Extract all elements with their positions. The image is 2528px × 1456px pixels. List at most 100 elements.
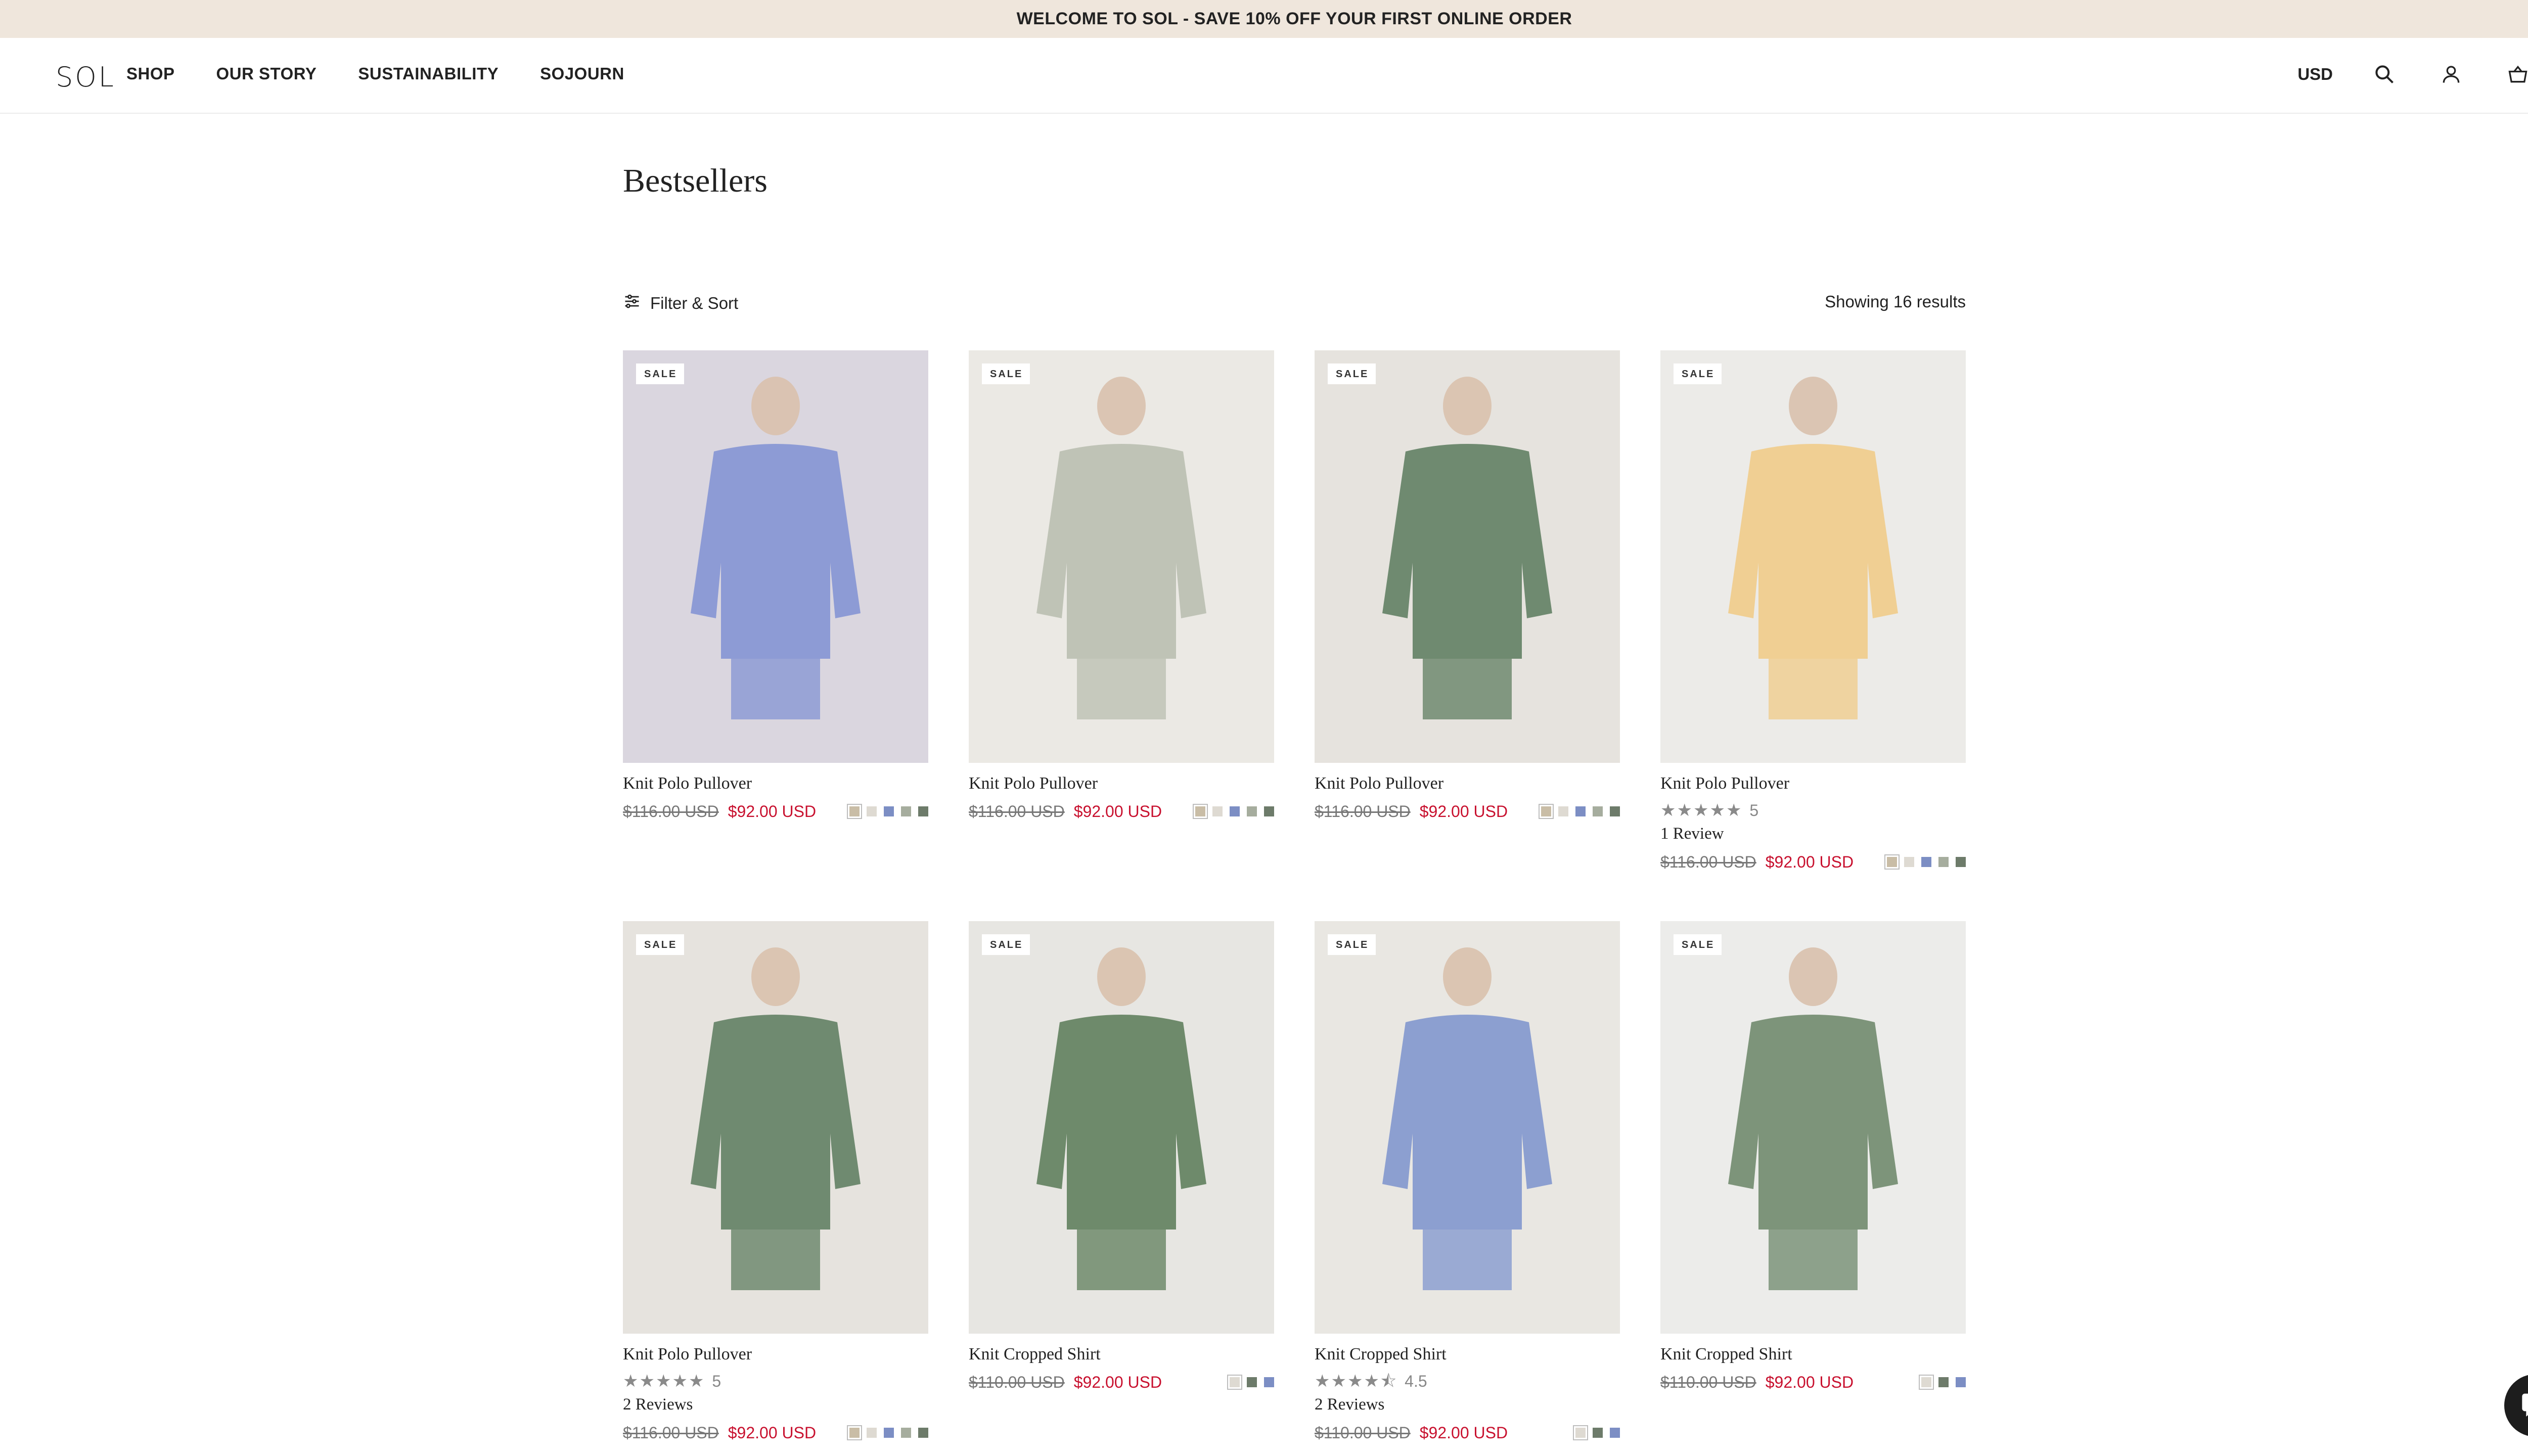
product-name[interactable]: Knit Polo Pullover	[969, 774, 1274, 794]
original-price: $116.00 USD	[623, 1423, 719, 1442]
product-image[interactable]: SALE	[1315, 350, 1620, 763]
color-swatches	[1884, 854, 1966, 870]
product-card[interactable]: SALE Knit Polo Pullover ★ ★ ★ ★ ★ 5 1 Review $116…	[1660, 350, 1966, 872]
color-swatch[interactable]	[1212, 806, 1223, 816]
sale-price: $92.00 USD	[1765, 1373, 1854, 1391]
color-swatch[interactable]	[1610, 1428, 1620, 1438]
product-image[interactable]: SALE	[1660, 350, 1966, 763]
color-swatch[interactable]	[1938, 857, 1949, 867]
product-image[interactable]: SALE	[969, 921, 1274, 1334]
color-swatch[interactable]	[1264, 1377, 1274, 1387]
product-rating: ★ ★ ★ ★ ⯪ 4.5	[1315, 1371, 1620, 1391]
color-swatch[interactable]	[867, 1428, 877, 1438]
product-name[interactable]: Knit Cropped Shirt	[1315, 1345, 1620, 1365]
review-count[interactable]: 2 Reviews	[1315, 1395, 1620, 1416]
star-icon: ★	[1709, 801, 1725, 820]
color-swatch[interactable]	[1956, 1377, 1966, 1387]
review-count[interactable]: 2 Reviews	[623, 1395, 928, 1416]
sale-badge: SALE	[982, 363, 1030, 384]
color-swatch[interactable]	[1264, 806, 1274, 816]
color-swatch[interactable]	[901, 1428, 911, 1438]
color-swatch[interactable]	[1558, 806, 1568, 816]
product-name[interactable]: Knit Cropped Shirt	[1660, 1345, 1966, 1365]
search-icon[interactable]	[2369, 59, 2400, 89]
rating-stars: ★ ★ ★ ★ ★	[1660, 802, 1741, 819]
product-image[interactable]: SALE	[1315, 921, 1620, 1334]
star-icon: ★	[1347, 1372, 1363, 1391]
product-rating: ★ ★ ★ ★ ★ 5	[623, 1371, 928, 1391]
color-swatch[interactable]	[884, 806, 894, 816]
rating-value: 5	[1749, 801, 1759, 820]
price-row: $110.00 USD $92.00 USD	[1315, 1423, 1620, 1443]
product-image[interactable]: SALE	[969, 350, 1274, 763]
color-swatch[interactable]	[847, 1425, 862, 1440]
color-swatch[interactable]	[1227, 1375, 1242, 1390]
sale-price: $92.00 USD	[728, 1423, 817, 1442]
star-icon: ★	[623, 1372, 639, 1391]
product-name[interactable]: Knit Polo Pullover	[1315, 774, 1620, 794]
account-icon[interactable]	[2436, 59, 2466, 89]
color-swatch[interactable]	[1904, 857, 1914, 867]
product-card[interactable]: SALE Knit Polo Pullover $116.00 USD $92.00 …	[969, 350, 1274, 822]
product-card[interactable]: SALE Knit Polo Pullover $116.00 USD $92.00 …	[623, 350, 928, 822]
color-swatch[interactable]	[1247, 1377, 1257, 1387]
cart-icon[interactable]	[2503, 59, 2528, 89]
color-swatch[interactable]	[884, 1428, 894, 1438]
product-image[interactable]: SALE	[623, 921, 928, 1334]
nav-our-story[interactable]: OUR STORY	[216, 64, 317, 83]
color-swatch[interactable]	[1884, 854, 1900, 870]
filter-sort-button[interactable]: Filter & Sort	[623, 292, 738, 314]
color-swatch[interactable]	[901, 806, 911, 816]
nav-sustainability[interactable]: SUSTAINABILITY	[358, 64, 499, 83]
product-card[interactable]: SALE Knit Polo Pullover $116.00 USD $92.00 …	[1315, 350, 1620, 822]
color-swatch[interactable]	[867, 806, 877, 816]
sale-badge: SALE	[1674, 934, 1722, 955]
color-swatch[interactable]	[918, 806, 928, 816]
star-icon: ★	[1726, 801, 1742, 820]
color-swatch[interactable]	[1593, 1428, 1603, 1438]
product-card[interactable]: SALE Knit Cropped Shirt ★ ★ ★ ★ ⯪ 4.5 2 Reviews $…	[1315, 921, 1620, 1443]
color-swatch[interactable]	[1938, 1377, 1949, 1387]
color-swatch[interactable]	[1539, 804, 1554, 819]
currency-selector[interactable]: USD	[2297, 65, 2333, 84]
sale-price: $92.00 USD	[1073, 1373, 1162, 1391]
color-swatches	[847, 1425, 928, 1440]
color-swatch[interactable]	[1230, 806, 1240, 816]
product-name[interactable]: Knit Polo Pullover	[1660, 774, 1966, 794]
color-swatch[interactable]	[918, 1428, 928, 1438]
product-name[interactable]: Knit Polo Pullover	[623, 1345, 928, 1365]
color-swatch[interactable]	[1593, 806, 1603, 816]
product-rating: ★ ★ ★ ★ ★ 5	[1660, 800, 1966, 821]
color-swatch[interactable]	[1921, 857, 1931, 867]
nav-shop[interactable]: SHOP	[126, 64, 175, 83]
color-swatch[interactable]	[1247, 806, 1257, 816]
product-card[interactable]: SALE Knit Cropped Shirt $110.00 USD $92.00 …	[1660, 921, 1966, 1392]
review-count[interactable]: 1 Review	[1660, 825, 1966, 845]
product-name[interactable]: Knit Polo Pullover	[623, 774, 928, 794]
color-swatch[interactable]	[1919, 1375, 1934, 1390]
nav-sojourn[interactable]: SOJOURN	[540, 64, 624, 83]
color-swatch[interactable]	[1575, 806, 1586, 816]
price-row: $116.00 USD $92.00 USD	[623, 1423, 928, 1443]
sale-badge: SALE	[636, 934, 685, 955]
star-icon: ★	[655, 1372, 671, 1391]
announcement-bar: WELCOME TO SOL - SAVE 10% OFF YOUR FIRST…	[0, 0, 2528, 38]
product-card[interactable]: SALE Knit Polo Pullover ★ ★ ★ ★ ★ 5 2 Reviews $11…	[623, 921, 928, 1443]
color-swatch[interactable]	[847, 804, 862, 819]
chat-button[interactable]	[2504, 1374, 2528, 1437]
color-swatch[interactable]	[1956, 857, 1966, 867]
color-swatch[interactable]	[1610, 806, 1620, 816]
color-swatch[interactable]	[1193, 804, 1208, 819]
sale-price: $92.00 USD	[1419, 802, 1508, 821]
product-image[interactable]: SALE	[1660, 921, 1966, 1334]
color-swatches	[847, 804, 928, 819]
product-name[interactable]: Knit Cropped Shirt	[969, 1345, 1274, 1365]
product-image[interactable]: SALE	[623, 350, 928, 763]
color-swatch[interactable]	[1573, 1425, 1588, 1440]
product-card[interactable]: SALE Knit Cropped Shirt $110.00 USD $92.00 …	[969, 921, 1274, 1392]
color-swatches	[1227, 1375, 1274, 1390]
sale-badge: SALE	[1674, 363, 1722, 384]
logo[interactable]: SOL	[56, 61, 116, 93]
color-swatches	[1193, 804, 1274, 819]
results-count: Showing 16 results	[1825, 292, 1966, 311]
